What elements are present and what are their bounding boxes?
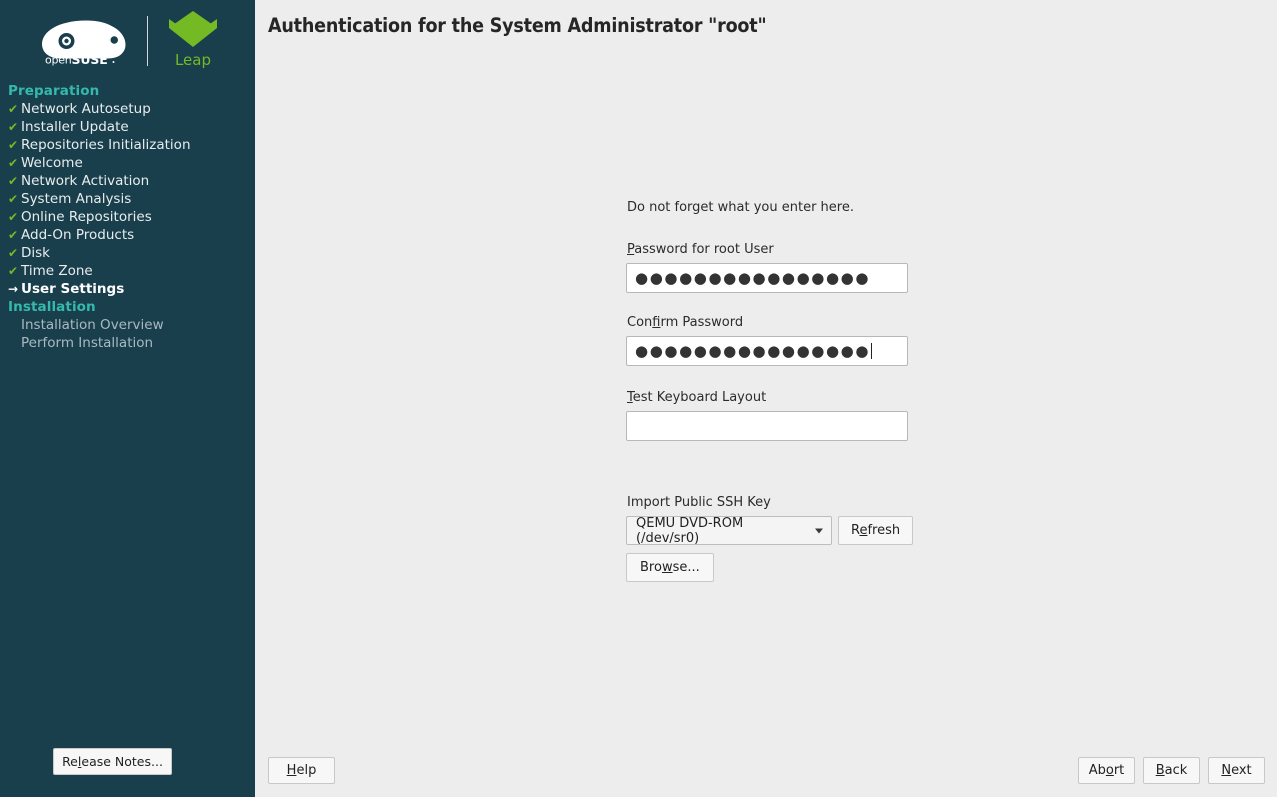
confirm-password-value: ●●●●●●●●●●●●●●●● (635, 341, 871, 360)
branding-logos: open SUSE Leap (0, 0, 253, 78)
btn-mnemonic: N (1221, 763, 1232, 778)
btn-mnemonic: o (1105, 763, 1114, 778)
btn-text-suffix: ext (1231, 763, 1252, 778)
step-label: Installation Overview (21, 317, 164, 333)
step-label: System Analysis (21, 191, 132, 207)
step-label: Repositories Initialization (21, 137, 191, 153)
svg-text:open: open (45, 54, 72, 67)
sidebar-step-perform-installation[interactable]: Perform Installation (6, 334, 253, 352)
check-icon: ✔ (8, 102, 19, 116)
page-title: Authentication for the System Administra… (268, 14, 767, 37)
btn-text-suffix: ease Notes... (81, 754, 163, 769)
check-icon: ✔ (8, 210, 19, 224)
sidebar-step-system-analysis[interactable]: ✔ System Analysis (6, 190, 253, 208)
check-icon: ✔ (8, 264, 19, 278)
check-icon: ✔ (8, 246, 19, 260)
sidebar-step-time-zone[interactable]: ✔ Time Zone (6, 262, 253, 280)
refresh-button[interactable]: Refresh (838, 516, 914, 545)
root-auth-form: Do not forget what you enter here. Passw… (626, 200, 926, 582)
sidebar-step-online-repositories[interactable]: ✔ Online Repositories (6, 208, 253, 226)
btn-text-suffix: ack (1164, 763, 1188, 778)
footer-bar: Help Abort Back Next (255, 745, 1277, 797)
label-prefix: Con (627, 315, 653, 330)
ssh-key-label: Import Public SSH Key (627, 495, 771, 510)
form-hint: Do not forget what you enter here. (627, 200, 854, 215)
step-label: Add-On Products (21, 227, 135, 243)
opensuse-logo: open SUSE (31, 13, 135, 69)
step-label: Installer Update (21, 119, 129, 135)
text-caret (871, 343, 873, 359)
arrow-right-icon: → (8, 282, 19, 296)
sidebar-step-disk[interactable]: ✔ Disk (6, 244, 253, 262)
sidebar-step-installation-overview[interactable]: Installation Overview (6, 316, 253, 334)
btn-text-prefix: Re (62, 754, 78, 769)
sidebar-step-user-settings[interactable]: → User Settings (6, 280, 253, 298)
root-password-label: Password for root User (627, 242, 926, 258)
leap-logo: Leap (164, 10, 222, 72)
check-icon: ✔ (8, 174, 19, 188)
browse-button[interactable]: Browse... (626, 553, 714, 582)
btn-text-suffix: fresh (867, 523, 901, 538)
test-keyboard-input[interactable] (626, 411, 908, 441)
ssh-key-row: QEMU DVD-ROM (/dev/sr0) Refresh (626, 515, 926, 546)
release-notes-button[interactable]: Release Notes... (53, 748, 172, 775)
help-button[interactable]: Help (268, 757, 335, 784)
label-suffix: assword for root User (634, 242, 774, 257)
logo-divider (147, 16, 148, 66)
check-icon: ✔ (8, 156, 19, 170)
btn-text-suffix: rt (1113, 763, 1125, 778)
check-icon: ✔ (8, 192, 19, 206)
footer-actions: Abort Back Next (1078, 757, 1265, 784)
installer-steps: Preparation ✔ Network Autosetup ✔ Instal… (0, 82, 253, 352)
step-label: Welcome (21, 155, 83, 171)
step-label: User Settings (21, 281, 125, 297)
label-suffix: irm Password (660, 315, 744, 330)
check-icon: ✔ (8, 138, 19, 152)
confirm-password-input[interactable]: ●●●●●●●●●●●●●●●● (626, 336, 908, 366)
step-label: Disk (21, 245, 50, 261)
abort-button[interactable]: Abort (1078, 757, 1135, 784)
sidebar-step-add-on-products[interactable]: ✔ Add-On Products (6, 226, 253, 244)
btn-mnemonic: B (1155, 763, 1165, 778)
check-icon: ✔ (8, 120, 19, 134)
label-suffix: est Keyboard Layout (632, 390, 767, 405)
header-bar: Authentication for the System Administra… (255, 0, 1277, 56)
test-keyboard-label: Test Keyboard Layout (627, 390, 926, 406)
ssh-device-value: QEMU DVD-ROM (/dev/sr0) (636, 515, 744, 546)
btn-mnemonic: H (286, 763, 297, 778)
btn-text-prefix: Ab (1088, 763, 1106, 778)
confirm-password-label: Confirm Password (627, 315, 926, 331)
check-icon: ✔ (8, 228, 19, 242)
step-label: Network Activation (21, 173, 150, 189)
chevron-down-icon (815, 528, 823, 533)
back-button[interactable]: Back (1143, 757, 1200, 784)
svg-text:SUSE: SUSE (72, 52, 108, 67)
ssh-device-select[interactable]: QEMU DVD-ROM (/dev/sr0) (626, 515, 832, 546)
installer-window: open SUSE Leap Preparation ✔ Network Aut… (0, 0, 1277, 797)
next-button[interactable]: Next (1208, 757, 1265, 784)
step-label: Online Repositories (21, 209, 152, 225)
btn-text-prefix: Bro (640, 560, 662, 575)
moon-icon[interactable] (1243, 17, 1265, 39)
step-section-preparation: Preparation (8, 83, 100, 99)
leap-label: Leap (174, 51, 212, 69)
sidebar-step-welcome[interactable]: ✔ Welcome (6, 154, 253, 172)
sidebar: open SUSE Leap Preparation ✔ Network Aut… (0, 0, 253, 797)
step-label: Perform Installation (21, 335, 154, 351)
sidebar-step-network-autosetup[interactable]: ✔ Network Autosetup (6, 100, 253, 118)
sidebar-step-installer-update[interactable]: ✔ Installer Update (6, 118, 253, 136)
btn-text-suffix: elp (296, 763, 317, 778)
step-label: Time Zone (21, 263, 93, 279)
sidebar-step-network-activation[interactable]: ✔ Network Activation (6, 172, 253, 190)
sidebar-step-repositories-initialization[interactable]: ✔ Repositories Initialization (6, 136, 253, 154)
step-label: Network Autosetup (21, 101, 151, 117)
btn-text-suffix: se... (672, 560, 700, 575)
main-content: Authentication for the System Administra… (253, 0, 1277, 797)
step-section-installation: Installation (8, 299, 96, 315)
btn-mnemonic: w (661, 560, 673, 575)
root-password-input[interactable]: ●●●●●●●●●●●●●●●● (626, 263, 908, 293)
root-password-value: ●●●●●●●●●●●●●●●● (635, 268, 871, 287)
